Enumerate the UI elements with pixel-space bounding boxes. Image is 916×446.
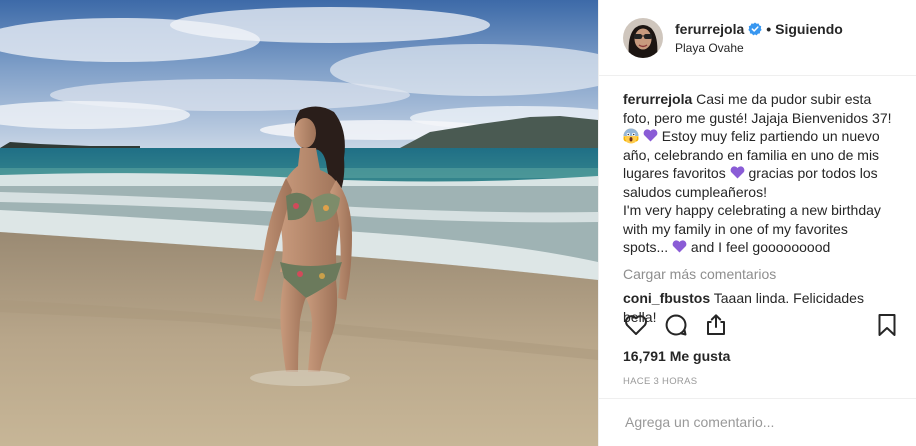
divider <box>599 398 916 399</box>
profile-avatar[interactable] <box>623 17 663 58</box>
comments-section: ferurrejola Casi me da pudor subir esta … <box>599 76 916 326</box>
post-header: ferurrejola • Siguiendo Playa Ovahe <box>599 0 916 76</box>
post-photo[interactable] <box>0 0 598 446</box>
caption-username[interactable]: ferurrejola <box>623 91 692 107</box>
share-icon[interactable] <box>703 312 729 338</box>
separator-dot: • <box>766 20 772 37</box>
post-sidebar: ferurrejola • Siguiendo Playa Ovahe feru… <box>598 0 916 446</box>
comment-input[interactable] <box>623 413 900 431</box>
heart-icon[interactable] <box>623 312 649 338</box>
load-more-comments-link[interactable]: Cargar más comentarios <box>623 265 896 284</box>
purple-heart-icon <box>643 128 658 142</box>
bookmark-icon[interactable] <box>874 312 900 338</box>
caption-text-5: and I feel gooooooood <box>690 239 831 255</box>
add-comment-area <box>623 402 900 442</box>
purple-heart-icon <box>672 239 687 253</box>
comment-username[interactable]: coni_fbustos <box>623 290 710 306</box>
purple-heart-icon <box>730 165 745 179</box>
caption: ferurrejola Casi me da pudor subir esta … <box>623 90 896 257</box>
action-bar <box>623 312 900 338</box>
author-username[interactable]: ferurrejola <box>675 21 744 37</box>
likes-count[interactable]: 16,791 Me gusta <box>623 348 730 364</box>
beach-photo <box>0 0 598 446</box>
post-timestamp[interactable]: Hace 3 horas <box>623 376 697 387</box>
follow-status-button[interactable]: Siguiendo <box>775 21 843 37</box>
verified-badge-icon <box>748 22 762 36</box>
post-viewer: ferurrejola • Siguiendo Playa Ovahe feru… <box>0 0 916 446</box>
location-link[interactable]: Playa Ovahe <box>675 41 843 55</box>
comment-icon[interactable] <box>663 312 689 338</box>
scream-face-icon <box>623 128 639 144</box>
